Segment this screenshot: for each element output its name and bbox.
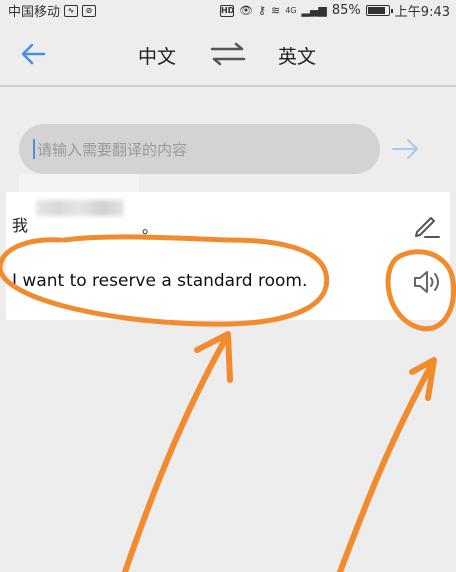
- card-tab: [19, 174, 139, 194]
- target-language-button[interactable]: 英文: [278, 42, 316, 69]
- signal-icon: ▂▄▆: [301, 3, 327, 17]
- eye-icon: 👁: [238, 3, 253, 17]
- arrow-right-icon: [392, 139, 418, 159]
- blurred-source-text: [36, 200, 124, 216]
- pencil-icon: [415, 217, 440, 238]
- status-bar: 中国移动 ∿ ⊘ HD 👁 ⚷ ≋ 4G ▂▄▆ 85% 上午9:43: [0, 0, 456, 20]
- edit-button[interactable]: [411, 210, 441, 240]
- hd-icon: HD: [219, 4, 235, 17]
- header-divider: [0, 85, 456, 87]
- annotation-arrow-right: [337, 357, 437, 572]
- annotation-arrow-left: [122, 331, 233, 572]
- wifi-icon: ≋: [270, 3, 281, 17]
- carrier-label: 中国移动: [8, 5, 61, 20]
- speak-button[interactable]: [410, 266, 444, 298]
- translate-input[interactable]: 请输入需要翻译的内容: [19, 124, 380, 174]
- back-button[interactable]: [18, 38, 50, 70]
- text-caret: [33, 139, 35, 159]
- source-language-button[interactable]: 中文: [138, 42, 176, 69]
- source-text: 我: [12, 216, 29, 235]
- activity-icon: ∿: [64, 4, 79, 17]
- translate-button[interactable]: [389, 134, 421, 164]
- clock: 上午9:43: [394, 5, 450, 20]
- input-placeholder: 请输入需要翻译的内容: [37, 140, 188, 159]
- battery-icon: [365, 5, 393, 16]
- key-icon: ⚷: [257, 3, 266, 17]
- result-card: 我 。 I want to reserve a standard room.: [6, 192, 450, 320]
- translation-text: I want to reserve a standard room.: [12, 271, 308, 291]
- battery-percent: 85%: [331, 3, 361, 18]
- speaker-icon: [414, 271, 439, 293]
- swap-languages-button[interactable]: [208, 42, 248, 66]
- network-type: 4G: [285, 5, 297, 15]
- swap-icon: [210, 42, 246, 66]
- source-text-end: 。: [142, 218, 159, 237]
- back-arrow-icon: [21, 43, 46, 65]
- header: 中文 英文: [0, 24, 456, 84]
- link-icon: ⊘: [82, 4, 97, 17]
